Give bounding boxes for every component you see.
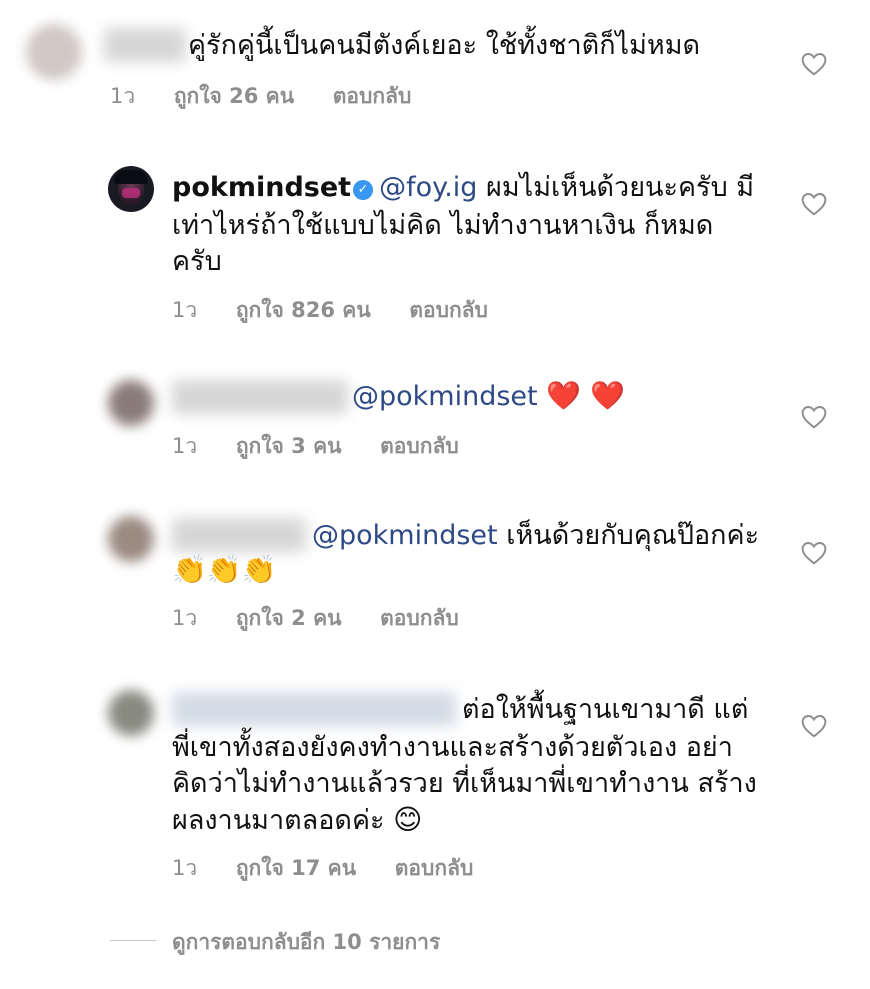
blurred-username [172,380,348,414]
heart-outline-icon[interactable] [801,405,827,429]
reply-button[interactable]: ตอบกลับ [380,606,459,630]
comment-line-1: @pokmindset เห็นด้วยกับคุณป๊อกค่ะ [312,518,759,554]
more-replies-divider [110,940,156,941]
comment-line-2: เท่าไหร่ถ้าใช้แบบไม่คิด ไม่ทำงานหาเงิน ก… [172,210,714,241]
comment-line-1: ต่อให้พื้นฐานเขามาดี แต่ [462,694,749,725]
likes-count[interactable]: ถูกใจ 2 คน [236,606,342,630]
comment-line-2: พี่เขาทั้งสองยังคงทำงานและสร้างด้วยตัวเอ… [172,732,733,763]
blurred-username [172,518,306,552]
comment-time: 1ว [172,298,198,322]
likes-count[interactable]: ถูกใจ 26 คน [174,84,294,108]
smiling-face-emoji: 😊 [393,803,423,836]
comment-username[interactable]: pokmindset [172,172,351,203]
reply-button[interactable]: ตอบกลับ [395,856,474,880]
comment-time: 1ว [110,84,136,108]
comment-text: ผมไม่เห็นด้วยนะครับ มี [486,172,755,203]
comment-meta: 1ว ถูกใจ 26 คน ตอบกลับ [110,80,443,113]
comment-text: เห็นด้วยกับคุณป๊อกค่ะ [506,520,760,551]
comment-text: คู่รักคู่นี้เป็นคนมีตังค์เยอะ ใช้ทั้งชาต… [188,30,701,61]
heart-outline-icon[interactable] [801,541,827,565]
heart-outline-icon[interactable] [801,714,827,738]
clapping-hands-emoji: 👏👏👏 [172,553,277,586]
view-more-replies-button[interactable]: ดูการตอบกลับอีก 10 รายการ [172,926,440,959]
comment-time: 1ว [172,856,198,880]
reply-button[interactable]: ตอบกลับ [409,298,488,322]
mention-link[interactable]: @foy.ig [379,172,477,203]
avatar[interactable] [108,166,154,212]
comment-meta: 1ว ถูกใจ 2 คน ตอบกลับ [172,602,491,635]
comment-line-3: ครับ [172,246,222,277]
reply-button[interactable]: ตอบกลับ [333,84,412,108]
mention-link[interactable]: @pokmindset [352,381,538,412]
blurred-username [172,692,456,726]
comment-text: ผลงานมาตลอดค่ะ [172,805,385,836]
heart-outline-icon[interactable] [801,52,827,76]
comment-meta: 1ว ถูกใจ 826 คน ตอบกลับ [172,294,520,327]
comment-line-4: ผลงานมาตลอดค่ะ 😊 [172,802,422,839]
comment-line-1: pokmindset ✓ @foy.ig ผมไม่เห็นด้วยนะครับ ม… [172,170,754,206]
comment-meta: 1ว ถูกใจ 17 คน ตอบกลับ [172,852,505,885]
verified-badge-icon: ✓ [353,180,374,200]
avatar[interactable] [108,380,154,426]
likes-count[interactable]: ถูกใจ 826 คน [236,298,371,322]
comment-line-3: คิดว่าไม่ทำงานแล้วรวย ที่เห็นมาพี่เขาทำง… [172,768,757,799]
avatar[interactable] [26,24,82,80]
avatar[interactable] [108,690,154,736]
comment-meta: 1ว ถูกใจ 3 คน ตอบกลับ [172,430,491,463]
mention-link[interactable]: @pokmindset [312,520,498,551]
heart-outline-icon[interactable] [801,192,827,216]
comment-time: 1ว [172,606,198,630]
comment-line-1: @pokmindset ❤️ ❤️ [352,378,625,415]
comment-time: 1ว [172,434,198,458]
avatar[interactable] [108,516,154,562]
likes-count[interactable]: ถูกใจ 17 คน [236,856,356,880]
blurred-username [104,28,186,62]
red-heart-emoji: ❤️ ❤️ [546,379,625,412]
likes-count[interactable]: ถูกใจ 3 คน [236,434,342,458]
reply-button[interactable]: ตอบกลับ [380,434,459,458]
